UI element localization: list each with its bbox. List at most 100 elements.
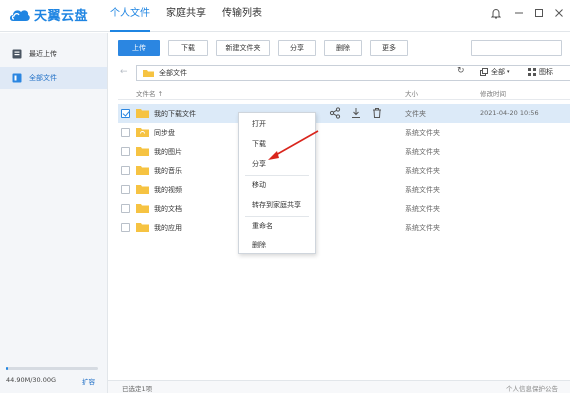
file-type: 系统文件夹 [405,167,440,175]
storage-quota-bar [6,367,98,370]
logo-text: 天翼云盘 [34,9,89,24]
grid-icon [528,68,536,76]
path-bar: ← 全部文件 ↻ 全部 ▾ 图标 [108,62,570,84]
toolbar: 上传 下载 新建文件夹 分享 删除 更多 [118,40,416,56]
sidebar-item-label: 全部文件 [29,74,57,82]
chevron-down-icon: ▾ [507,69,510,75]
storage-quota-fill [6,367,8,370]
file-table-header: 文件名 ↑ 大小 修改时间 [118,84,570,100]
share-icon[interactable] [329,107,341,119]
folder-icon [136,109,149,118]
bell-icon[interactable] [488,5,504,21]
menu-divider [245,216,309,217]
tab-family-share[interactable]: 家庭共享 [166,7,206,32]
menu-item-delete[interactable]: 删除 [239,238,315,252]
minimize-icon[interactable] [511,5,527,21]
row-checkbox[interactable] [121,204,130,213]
menu-item-open[interactable]: 打开 [239,117,315,131]
file-name: 我的应用 [154,224,182,232]
refresh-icon[interactable]: ↻ [457,66,465,76]
file-type: 系统文件夹 [405,148,440,156]
expand-storage-link[interactable]: 扩容 [82,376,95,386]
table-row[interactable]: 同步盘 系统文件夹 [118,123,570,142]
storage-quota-text: 44.90M/30.00G [6,376,57,384]
table-row[interactable]: 我的音乐 系统文件夹 [118,161,570,180]
row-checkbox[interactable] [121,109,130,118]
file-type: 系统文件夹 [405,186,440,194]
share-button[interactable]: 分享 [278,40,316,56]
row-checkbox[interactable] [121,147,130,156]
table-row[interactable]: 我的视频 系统文件夹 [118,180,570,199]
table-row[interactable]: 我的下载文件 文件夹 2021-04-20 10:56 [118,104,570,123]
menu-item-share[interactable]: 分享 [239,157,315,171]
maximize-icon[interactable] [531,5,547,21]
back-arrow-icon[interactable]: ← [120,67,128,77]
sidebar: 最近上传 全部文件 44.90M/30.00G 扩容 [0,33,108,393]
more-button[interactable]: 更多 [370,40,408,56]
file-name: 我的音乐 [154,167,182,175]
sidebar-item-all-files[interactable]: 全部文件 [0,67,107,89]
file-name: 我的下载文件 [154,110,196,118]
file-type: 文件夹 [405,110,426,118]
trash-icon[interactable] [371,107,383,119]
column-modified[interactable]: 修改时间 [480,88,506,98]
cloud-logo-icon [8,6,30,24]
icon-view-control[interactable]: 图标 [528,67,553,77]
file-type: 系统文件夹 [405,129,440,137]
menu-item-move[interactable]: 移动 [239,178,315,192]
sidebar-item-label: 最近上传 [29,50,57,58]
copy-view-label: 全部 [491,68,505,76]
row-checkbox[interactable] [121,185,130,194]
folder-icon [136,147,149,156]
file-modified: 2021-04-20 10:56 [480,109,539,117]
file-name: 我的视频 [154,186,182,194]
row-checkbox[interactable] [121,128,130,137]
tab-personal-files[interactable]: 个人文件 [110,7,150,32]
folder-icon [136,166,149,175]
new-folder-button[interactable]: 新建文件夹 [216,40,270,56]
file-name: 我的图片 [154,148,182,156]
table-row[interactable]: 我的文档 系统文件夹 [118,199,570,218]
folder-icon [136,185,149,194]
copy-view-control[interactable]: 全部 ▾ [480,67,510,77]
file-name: 我的文档 [154,205,182,213]
privacy-notice-link[interactable]: 个人信息保护公告 [506,383,558,393]
main-nav: 个人文件 家庭共享 传输列表 [110,7,278,32]
search-input[interactable] [471,40,562,56]
app-window: 天翼云盘 个人文件 家庭共享 传输列表 最近上传 全部文件 44.90M/30.… [0,0,570,393]
file-name: 同步盘 [154,129,175,137]
download-icon[interactable] [350,107,362,119]
sync-folder-icon [136,128,149,137]
menu-divider [245,175,309,176]
menu-item-rename[interactable]: 重命名 [239,219,315,233]
current-path: 全部文件 [159,69,187,77]
table-row[interactable]: 我的应用 系统文件夹 [118,218,570,237]
column-size[interactable]: 大小 [405,88,418,98]
all-files-icon [12,73,22,83]
icon-view-label: 图标 [539,68,553,76]
copy-icon [480,68,488,76]
delete-button[interactable]: 删除 [324,40,362,56]
selection-status: 已选定1项 [122,385,153,393]
table-row[interactable]: 我的图片 系统文件夹 [118,142,570,161]
close-icon[interactable] [551,5,567,21]
column-name[interactable]: 文件名 ↑ [136,88,163,98]
context-menu: 打开 下载 分享 移动 转存到家庭共享 重命名 删除 [238,112,316,254]
row-checkbox[interactable] [121,223,130,232]
tab-transfer-list[interactable]: 传输列表 [222,7,262,32]
upload-button[interactable]: 上传 [118,40,160,56]
file-type: 系统文件夹 [405,205,440,213]
row-checkbox[interactable] [121,166,130,175]
menu-item-download[interactable]: 下载 [239,137,315,151]
folder-icon [136,223,149,232]
download-button[interactable]: 下载 [168,40,208,56]
recent-upload-icon [12,49,22,59]
app-logo: 天翼云盘 [8,5,88,24]
menu-item-save-to-family[interactable]: 转存到家庭共享 [239,198,315,212]
sidebar-item-recent-uploads[interactable]: 最近上传 [0,43,107,65]
title-bar: 天翼云盘 个人文件 家庭共享 传输列表 [0,0,570,32]
folder-icon [136,204,149,213]
folder-icon [143,70,154,77]
status-bar: 已选定1项 个人信息保护公告 [108,380,570,393]
file-type: 系统文件夹 [405,224,440,232]
